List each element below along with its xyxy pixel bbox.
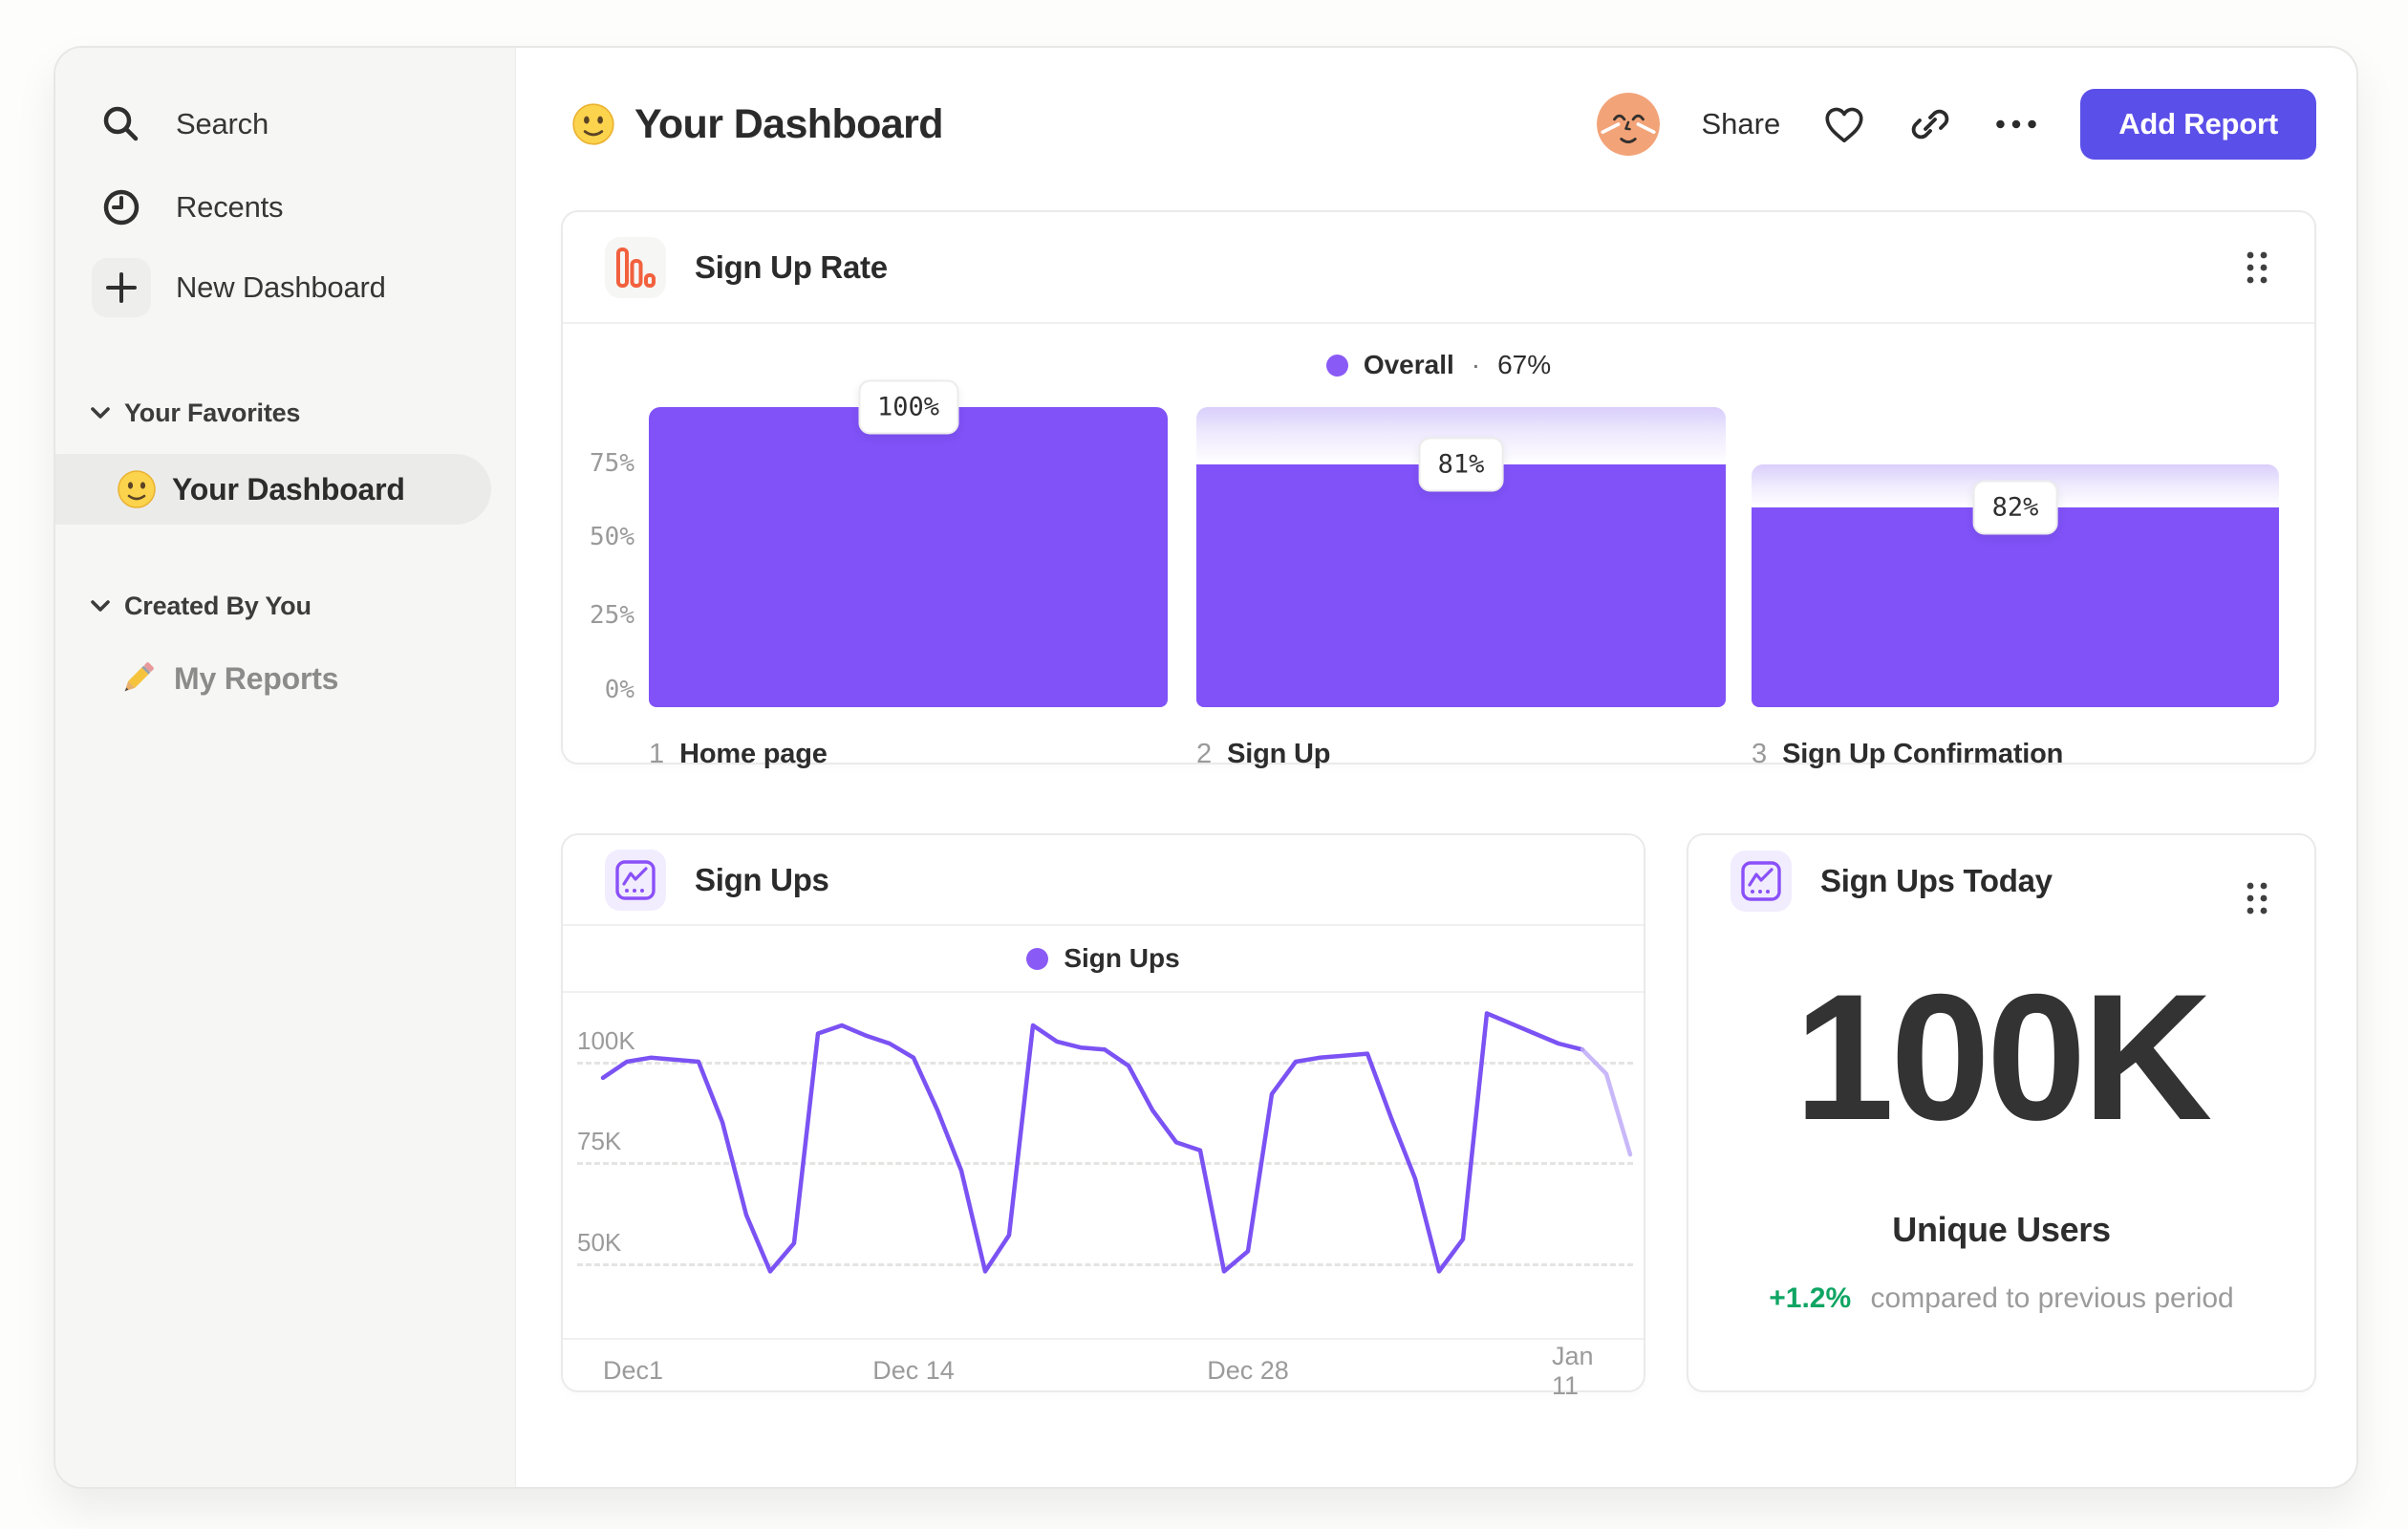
legend-dot [1325,354,1348,377]
card-header: Sign Ups Today [1688,835,2314,926]
funnel-legend: Overall · 67% [563,324,2314,406]
sidebar-item-label: My Reports [174,660,339,696]
card-title: Sign Up Rate [695,248,888,285]
sidebar-item-my-reports[interactable]: My Reports [55,648,491,709]
plus-icon [92,258,151,317]
metric-delta-note: compared to previous period [1870,1282,2234,1314]
card-title: Sign Ups [695,861,829,897]
funnel-category: 3 Sign Up Confirmation [1752,728,2063,780]
page-title-wrap: Your Dashboard [571,90,944,159]
metric-label: Unique Users [1892,1210,2111,1249]
avatar[interactable] [1596,93,1660,156]
card-header: Sign Up Rate [563,212,2314,324]
sidebar-section-created-by-you[interactable]: Created By You [55,579,515,633]
step-number: 2 [1196,738,1213,769]
x-axis-tick: Dec 14 [872,1356,955,1385]
drag-handle-icon[interactable] [2238,877,2276,919]
line-chart-icon [605,849,666,911]
pencil-icon [117,657,159,700]
sign-up-rate-card: Sign Up Rate Overall · 67% 75% 50% 25% 0… [561,210,2316,769]
sidebar-item-search[interactable]: Search [55,83,515,165]
funnel-bar[interactable] [649,407,1168,707]
funnel-bar[interactable] [1752,507,2279,707]
step-label: Sign Up Confirmation [1782,738,2064,769]
card-title: Sign Ups Today [1820,862,2053,898]
sign-ups-line-series[interactable] [600,996,1633,1349]
step-label: Home page [679,738,828,769]
funnel-category: 1 Home page [649,728,828,780]
sidebar-item-new-dashboard[interactable]: New Dashboard [55,247,515,329]
sidebar-item-recents[interactable]: Recents [55,166,515,248]
step-number: 1 [649,738,665,769]
funnel-category: 2 Sign Up [1196,728,1330,780]
x-axis-divider [563,1338,1644,1340]
step-number: 3 [1752,738,1768,769]
line-series-path [1580,1047,1633,1157]
page-title: Your Dashboard [634,100,944,147]
x-axis-labels: Dec1 Dec 14 Dec 28 Jan 11 [563,1341,1644,1400]
smiley-icon [117,469,157,509]
main-header: Your Dashboard Share Add Report [516,48,2356,216]
x-axis-tick: Dec 28 [1207,1356,1289,1385]
header-actions: Share Add Report [1596,89,2316,160]
chevron-down-icon [88,406,113,420]
metric-value: 100K [1794,957,2212,1157]
drag-handle-icon[interactable] [2238,247,2276,289]
sign-ups-card: Sign Ups Sign Ups 100K 75K 50K Dec1 Dec … [561,833,1645,1400]
share-button[interactable]: Share [1702,107,1781,141]
funnel-category-labels: 1 Home page 2 Sign Up 3 Sign Up Confirma… [563,728,2314,780]
clock-icon [92,178,151,237]
line-legend: Sign Ups [563,926,1644,993]
funnel-bar[interactable] [1196,464,1726,707]
funnel-chart-icon [605,236,666,298]
sidebar-item-label: Your Dashboard [172,471,405,506]
add-report-button[interactable]: Add Report [2080,89,2316,160]
step-label: Sign Up [1227,738,1331,769]
sidebar-item-label: Search [176,107,269,140]
metric-delta-row: +1.2% compared to previous period [1688,1282,2314,1315]
legend-dot [1026,947,1049,970]
legend-label: Overall [1363,350,1454,379]
search-icon [92,95,151,154]
sidebar-item-label: New Dashboard [176,270,386,304]
section-label: Your Favorites [124,398,301,427]
legend-value: 67% [1497,350,1552,379]
sidebar-section-your-favorites[interactable]: Your Favorites [55,386,515,440]
sidebar-item-your-dashboard[interactable]: Your Dashboard [55,454,491,525]
funnel-value-tooltip: 100% [857,379,959,435]
app-window: Search Recents New Dashboard Your Favori… [54,46,2358,1489]
link-icon[interactable] [1908,102,1952,146]
section-label: Created By You [124,591,312,620]
line-series-path [600,1011,1585,1274]
more-options-icon[interactable] [1994,102,2038,146]
funnel-plot: 100% 81% 82% [563,379,2314,707]
x-axis-tick: Dec1 [603,1356,664,1385]
chevron-down-icon [88,599,113,613]
heart-icon[interactable] [1822,102,1866,146]
smiley-icon [571,102,615,146]
funnel-value-tooltip: 82% [1972,480,2058,535]
metric-delta: +1.2% [1769,1282,1852,1314]
funnel-value-tooltip: 81% [1418,437,1504,492]
x-axis-tick: Jan 11 [1552,1341,1594,1400]
sign-ups-today-card: Sign Ups Today 100K Unique Users +1.2% c… [1687,833,2316,1392]
card-header: Sign Ups [563,835,1644,926]
legend-separator: · [1471,350,1481,379]
sidebar-item-label: Recents [176,190,284,224]
sidebar: Search Recents New Dashboard Your Favori… [55,48,516,1487]
line-chart-icon [1731,850,1792,912]
legend-label: Sign Ups [1064,943,1180,973]
